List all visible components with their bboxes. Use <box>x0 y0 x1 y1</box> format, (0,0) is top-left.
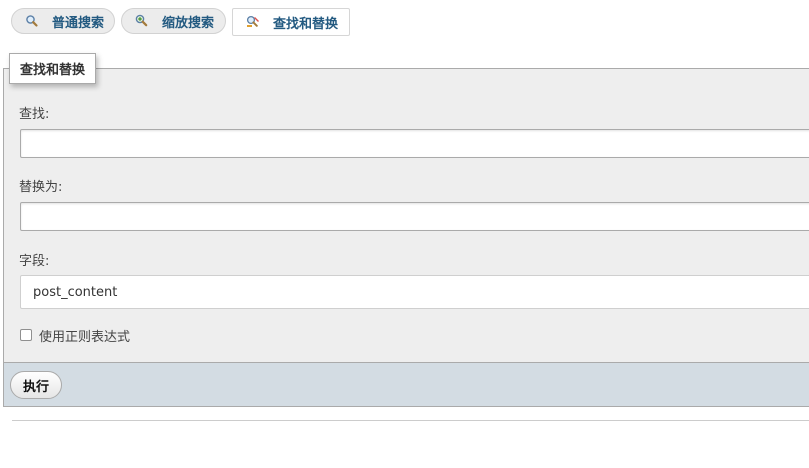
column-select-value: post_content <box>33 284 118 300</box>
tab-normal-search-label: 普通搜索 <box>52 15 105 31</box>
tab-find-replace-label: 查找和替换 <box>273 16 339 32</box>
column-select[interactable]: post_content <box>20 275 809 309</box>
replace-input[interactable] <box>20 202 809 231</box>
tab-normal-search[interactable]: 普通搜索 <box>11 8 115 34</box>
find-replace-icon <box>245 14 261 30</box>
divider <box>12 420 809 421</box>
tab-zoom-search-label: 缩放搜索 <box>162 15 215 31</box>
search-page: 普通搜索 缩放搜索 查找和替换 查找和替换 查找: 替换为: 字段: post_… <box>0 0 809 468</box>
find-label: 查找: <box>19 107 50 122</box>
tab-find-replace[interactable]: 查找和替换 <box>232 8 350 36</box>
go-button[interactable]: 执行 <box>10 371 63 399</box>
regex-checkbox[interactable] <box>20 329 32 341</box>
tab-zoom-search[interactable]: 缩放搜索 <box>121 8 226 34</box>
regex-checkbox-label[interactable]: 使用正则表达式 <box>39 326 130 345</box>
find-input[interactable] <box>20 129 809 158</box>
column-label: 字段: <box>19 254 50 269</box>
search-icon <box>24 13 40 29</box>
replace-label: 替换为: <box>19 180 63 195</box>
zoom-search-icon <box>134 13 150 29</box>
fieldset-legend: 查找和替换 <box>9 53 97 84</box>
regex-option: 使用正则表达式 <box>20 326 130 345</box>
fieldset-footer <box>3 362 809 407</box>
